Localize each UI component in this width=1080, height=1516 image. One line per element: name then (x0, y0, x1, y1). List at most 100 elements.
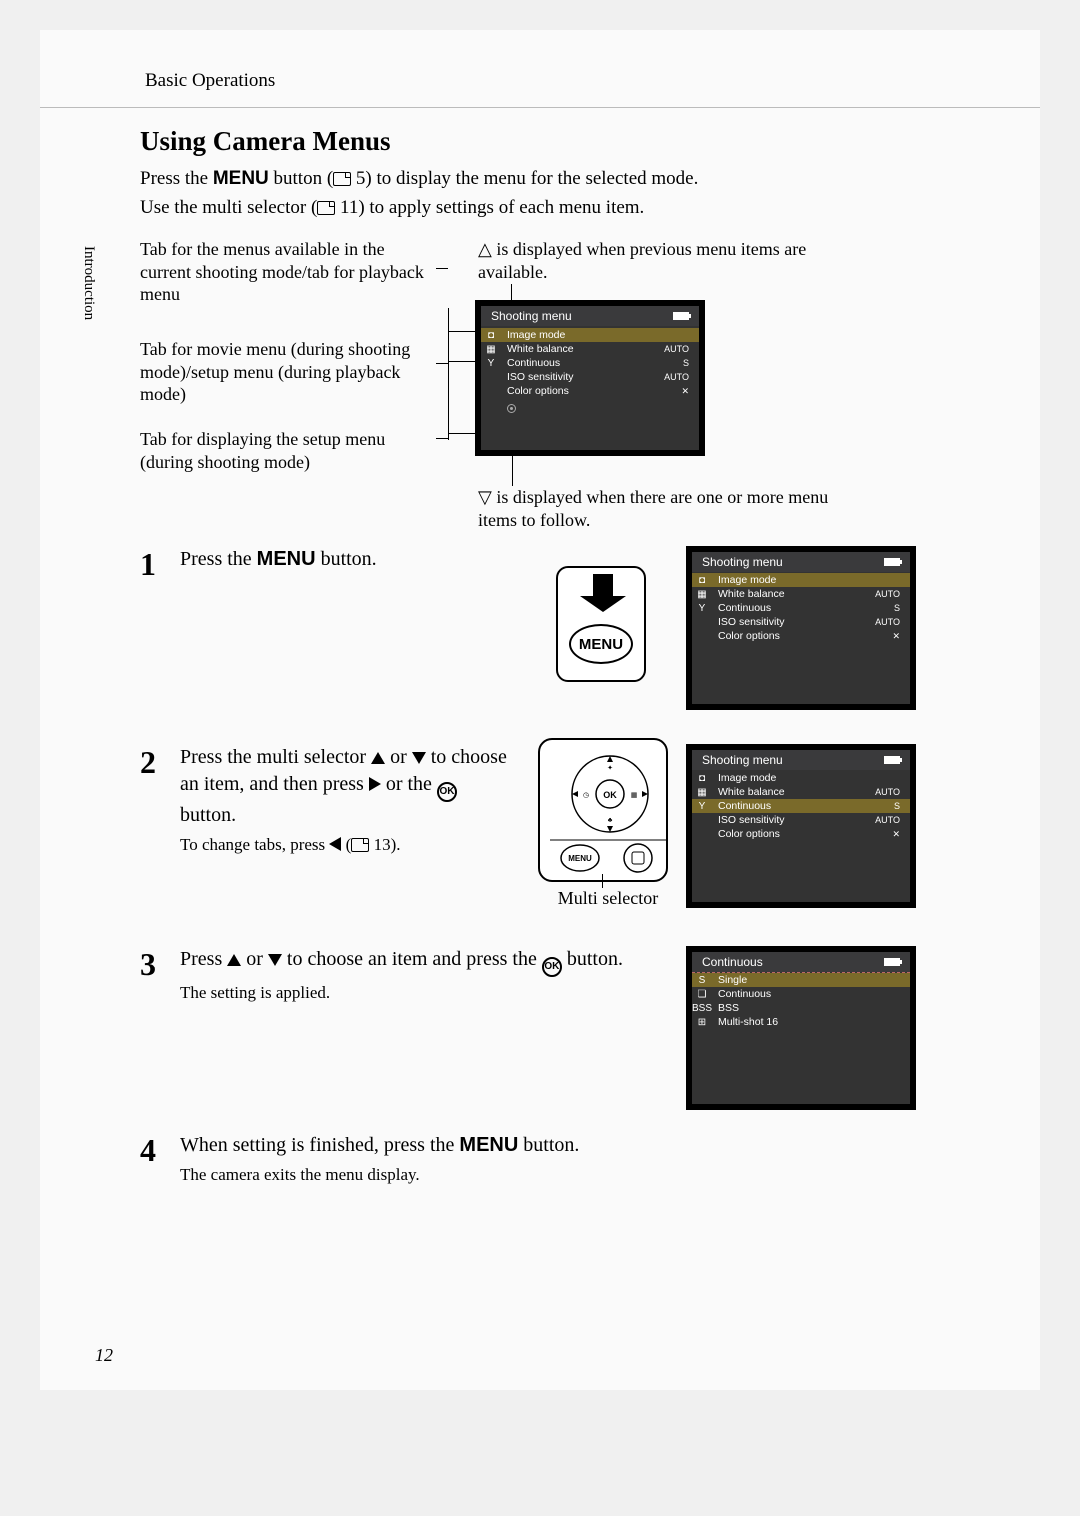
right-arrow-icon (369, 777, 381, 791)
step-number-1: 1 (140, 546, 180, 726)
menu-row-value: S (894, 603, 904, 613)
menu-row-label: White balance (501, 343, 664, 355)
down-arrow-icon (412, 752, 426, 764)
multi-selector-label: Multi selector (538, 888, 678, 909)
menu-row: ISO sensitivityAUTO (692, 813, 910, 827)
tab-icon: Y (692, 801, 712, 812)
screen-header: Shooting menu (692, 552, 910, 572)
scroll-down-icon (507, 404, 516, 413)
annotation-tab-shooting: Tab for the menus available in the curre… (140, 238, 440, 306)
menu-row-label: Single (712, 974, 904, 986)
menu-row-label: Continuous (712, 800, 894, 812)
chapter-side-tab: Introduction (80, 246, 97, 320)
tab-icon: ◘ (481, 330, 501, 341)
menu-row-label: Continuous (712, 602, 894, 614)
menu-row-label: Color options (712, 630, 892, 642)
camera-screen-step3: Continuous SSingle❏ContinuousBSSBSS⊞Mult… (686, 946, 916, 1110)
svg-text:MENU: MENU (568, 854, 592, 863)
menu-row-value: AUTO (875, 589, 904, 599)
step-4-note: The camera exits the menu display. (180, 1165, 970, 1185)
tab-icon: ▦ (692, 787, 712, 798)
menu-row: ▦White balanceAUTO (692, 587, 910, 601)
tab-icon: S (692, 975, 712, 986)
step-number-2: 2 (140, 744, 180, 934)
tab-icon: ◘ (692, 575, 712, 586)
menu-word-icon: MENU (257, 548, 316, 570)
battery-icon (884, 958, 900, 966)
menu-row-label: Color options (712, 828, 892, 840)
camera-back-illustration: OK ✦ ◷ ▦ ♣ MENU (538, 738, 668, 882)
step-2-title: Press the multi selector or to choose an… (180, 744, 510, 829)
menu-row-label: ISO sensitivity (712, 814, 875, 826)
menu-row: ▦White balanceAUTO (692, 785, 910, 799)
svg-text:♣: ♣ (608, 816, 613, 824)
tab-icon: BSS (692, 1003, 712, 1014)
step-3-title: Press or to choose an item and press the… (180, 946, 690, 977)
menu-row: ❏Continuous (692, 987, 910, 1001)
svg-text:OK: OK (603, 790, 617, 800)
menu-row: ⊞Multi-shot 16 (692, 1015, 910, 1029)
menu-row: ◘Image mode (481, 328, 699, 342)
page-number: 12 (95, 1345, 113, 1366)
menu-row-value: ✕ (892, 631, 904, 642)
camera-screen-step1: Shooting menu ◘Image mode▦White balanceA… (686, 546, 916, 710)
menu-row-value: AUTO (875, 815, 904, 825)
menu-row-value: AUTO (664, 372, 693, 382)
tab-icon: ⊞ (692, 1017, 712, 1028)
screen-title: Shooting menu (702, 555, 783, 569)
header-section: Basic Operations (145, 70, 970, 92)
menu-row: YContinuousS (692, 799, 910, 813)
menu-row-label: ISO sensitivity (501, 371, 664, 383)
section-title: Using Camera Menus (140, 126, 970, 157)
step-number-4: 4 (140, 1132, 180, 1185)
tab-icon: Y (692, 603, 712, 614)
menu-row: ◘Image mode (692, 771, 910, 785)
annotation-tab-setup: Tab for displaying the setup menu (durin… (140, 428, 440, 473)
menu-row-label: White balance (712, 786, 875, 798)
screen-title: Shooting menu (702, 753, 783, 767)
menu-row-value: AUTO (664, 344, 693, 354)
tab-icon: ▦ (481, 344, 501, 355)
screen-title: Continuous (702, 955, 763, 969)
ok-button-icon: OK (542, 957, 562, 977)
menu-row: ▦White balanceAUTO (481, 342, 699, 356)
menu-row: Color options✕ (481, 384, 699, 398)
svg-text:◷: ◷ (583, 791, 589, 799)
menu-row-value: AUTO (875, 617, 904, 627)
battery-icon (884, 558, 900, 566)
menu-row-label: Continuous (712, 988, 904, 1000)
menu-row-label: White balance (712, 588, 875, 600)
ok-button-icon: OK (437, 782, 457, 802)
annotation-prev-indicator: △ is displayed when previous menu items … (478, 238, 818, 283)
screen-header: Shooting menu (692, 750, 910, 770)
svg-text:✦: ✦ (607, 764, 613, 772)
page-ref-icon (333, 172, 351, 186)
menu-row: ISO sensitivityAUTO (692, 615, 910, 629)
menu-row: YContinuousS (481, 356, 699, 370)
left-arrow-icon (329, 837, 341, 851)
tab-icon: ◘ (692, 773, 712, 784)
menu-row: ISO sensitivityAUTO (481, 370, 699, 384)
menu-row-value: ✕ (892, 829, 904, 840)
menu-row-label: Multi-shot 16 (712, 1016, 904, 1028)
page-ref-icon (317, 201, 335, 215)
menu-row-value: AUTO (875, 787, 904, 797)
menu-row-label: Continuous (501, 357, 683, 369)
menu-row-value: ✕ (681, 386, 693, 397)
camera-screen-step2: Shooting menu ◘Image mode▦White balanceA… (686, 744, 916, 908)
tab-icon: ▦ (692, 589, 712, 600)
menu-row: ◘Image mode (692, 573, 910, 587)
annotation-tab-movie: Tab for movie menu (during shooting mode… (140, 338, 440, 406)
tab-icon: ❏ (692, 989, 712, 1000)
screen-header: Shooting menu (481, 306, 699, 326)
tab-icon: Y (481, 358, 501, 369)
menu-row: Color options✕ (692, 827, 910, 841)
menu-row: Color options✕ (692, 629, 910, 643)
menu-row-label: ISO sensitivity (712, 616, 875, 628)
menu-button-oval: MENU (569, 624, 633, 664)
battery-icon (884, 756, 900, 764)
menu-row-label: Image mode (712, 574, 900, 586)
battery-icon (673, 312, 689, 320)
step-4-title: When setting is finished, press the MENU… (180, 1132, 970, 1159)
menu-row: BSSBSS (692, 1001, 910, 1015)
